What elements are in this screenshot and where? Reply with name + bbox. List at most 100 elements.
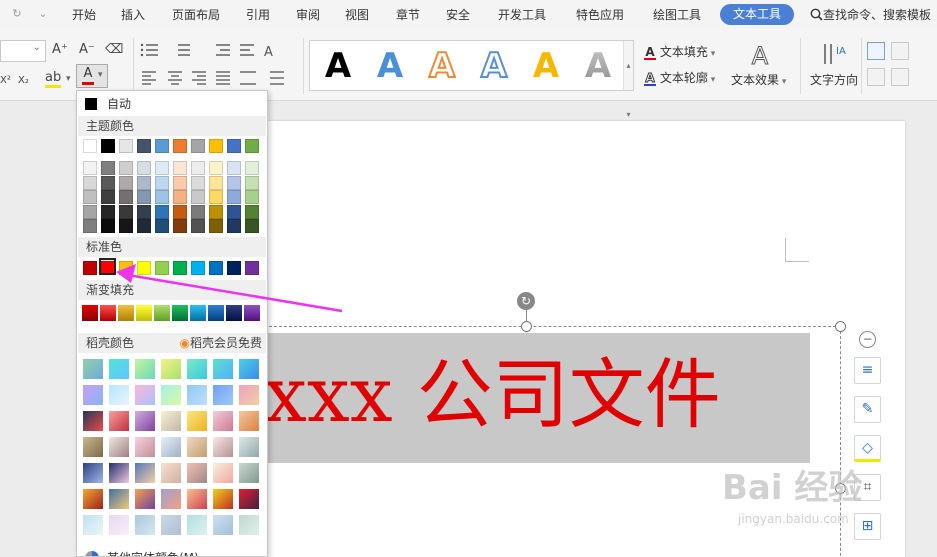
theme-shade-swatch[interactable]	[227, 175, 241, 190]
docer-color-swatch[interactable]	[109, 411, 129, 431]
tab-page-layout[interactable]: 页面布局	[172, 0, 220, 30]
grow-font-button[interactable]: A⁺	[52, 42, 68, 58]
text-effect-icon[interactable]: A	[746, 42, 774, 71]
docer-color-swatch[interactable]	[213, 411, 233, 431]
theme-color-swatch[interactable]	[227, 139, 241, 153]
docer-color-swatch[interactable]	[109, 463, 129, 483]
docer-color-swatch[interactable]	[161, 359, 181, 379]
docer-color-swatch[interactable]	[239, 515, 259, 535]
gradient-color-swatch[interactable]	[136, 305, 152, 321]
theme-color-swatch[interactable]	[101, 139, 115, 153]
docer-color-swatch[interactable]	[213, 489, 233, 509]
theme-shade-swatch[interactable]	[155, 219, 169, 233]
docer-color-swatch[interactable]	[161, 437, 181, 457]
theme-color-swatch[interactable]	[119, 139, 133, 153]
docer-color-swatch[interactable]	[83, 437, 103, 457]
theme-shade-swatch[interactable]	[173, 219, 187, 233]
text-style-preset[interactable]: A	[474, 45, 514, 87]
theme-shade-swatch[interactable]	[191, 204, 205, 219]
theme-shade-swatch[interactable]	[119, 204, 133, 219]
font-color-button[interactable]: A ▾	[76, 64, 108, 88]
text-effect-button[interactable]: 文本效果 ▾	[731, 72, 786, 90]
docer-color-swatch[interactable]	[109, 385, 129, 405]
theme-shade-swatch[interactable]	[173, 204, 187, 219]
theme-shade-swatch[interactable]	[209, 161, 223, 175]
docer-color-swatch[interactable]	[83, 411, 103, 431]
theme-shade-swatch[interactable]	[173, 190, 187, 204]
docer-color-swatch[interactable]	[161, 515, 181, 535]
standard-color-swatch[interactable]	[173, 261, 187, 275]
theme-shade-swatch[interactable]	[191, 190, 205, 204]
standard-color-swatch[interactable]	[83, 261, 97, 275]
tab-chapter[interactable]: 章节	[396, 0, 420, 30]
theme-color-swatch[interactable]	[245, 139, 259, 153]
docer-color-swatch[interactable]	[187, 515, 207, 535]
tab-security[interactable]: 安全	[446, 0, 470, 30]
theme-shade-swatch[interactable]	[137, 219, 151, 233]
theme-shade-swatch[interactable]	[83, 204, 97, 219]
theme-shade-swatch[interactable]	[173, 161, 187, 175]
docer-color-swatch[interactable]	[239, 437, 259, 457]
theme-shade-swatch[interactable]	[191, 161, 205, 175]
docer-color-swatch[interactable]	[135, 385, 155, 405]
tab-developer[interactable]: 开发工具	[498, 0, 546, 30]
standard-color-swatch[interactable]	[245, 261, 259, 275]
superscript-button[interactable]: X²	[0, 73, 11, 89]
theme-shade-swatch[interactable]	[137, 175, 151, 190]
theme-color-swatch[interactable]	[191, 139, 205, 153]
theme-color-swatch[interactable]	[209, 139, 223, 153]
theme-shade-swatch[interactable]	[119, 161, 133, 175]
gradient-color-swatch[interactable]	[208, 305, 224, 321]
theme-shade-swatch[interactable]	[119, 219, 133, 233]
theme-shade-swatch[interactable]	[155, 190, 169, 204]
docer-color-swatch[interactable]	[187, 411, 207, 431]
tab-insert[interactable]: 插入	[121, 0, 145, 30]
gradient-color-swatch[interactable]	[154, 305, 170, 321]
text-style-preset[interactable]: A	[370, 45, 410, 87]
theme-shade-swatch[interactable]	[83, 161, 97, 175]
theme-shade-swatch[interactable]	[209, 175, 223, 190]
next-textbox-icon[interactable]	[891, 68, 909, 86]
docer-color-swatch[interactable]	[213, 463, 233, 483]
theme-color-swatch[interactable]	[173, 139, 187, 153]
theme-shade-swatch[interactable]	[101, 219, 115, 233]
theme-shade-swatch[interactable]	[227, 219, 241, 233]
standard-color-swatch[interactable]	[119, 261, 133, 275]
theme-shade-swatch[interactable]	[83, 219, 97, 233]
theme-shade-swatch[interactable]	[245, 175, 259, 190]
theme-shade-swatch[interactable]	[227, 190, 241, 204]
theme-shade-swatch[interactable]	[137, 161, 151, 175]
theme-shade-swatch[interactable]	[227, 161, 241, 175]
highlight-button[interactable]: ab	[45, 71, 62, 88]
theme-shade-swatch[interactable]	[227, 204, 241, 219]
theme-shade-swatch[interactable]	[209, 204, 223, 219]
docer-color-swatch[interactable]	[187, 359, 207, 379]
tab-view[interactable]: 视图	[345, 0, 369, 30]
theme-shade-swatch[interactable]	[101, 161, 115, 175]
gradient-color-swatch[interactable]	[226, 305, 242, 321]
docer-color-swatch[interactable]	[83, 489, 103, 509]
gradient-color-swatch[interactable]	[100, 305, 116, 321]
docer-color-swatch[interactable]	[187, 437, 207, 457]
collapse-toolbar-button[interactable]: −	[859, 331, 876, 348]
docer-color-swatch[interactable]	[83, 463, 103, 483]
theme-color-swatch[interactable]	[155, 139, 169, 153]
theme-shade-swatch[interactable]	[101, 190, 115, 204]
theme-shade-swatch[interactable]	[101, 204, 115, 219]
text-fill-button[interactable]: A 文本填充 ▾	[644, 44, 715, 62]
docer-color-swatch[interactable]	[239, 411, 259, 431]
docer-color-swatch[interactable]	[213, 359, 233, 379]
standard-color-swatch[interactable]	[137, 261, 151, 275]
theme-shade-swatch[interactable]	[137, 190, 151, 204]
theme-shade-swatch[interactable]	[155, 161, 169, 175]
break-link-icon[interactable]	[891, 42, 909, 60]
shrink-font-button[interactable]: A⁻	[79, 42, 95, 58]
theme-shade-swatch[interactable]	[155, 204, 169, 219]
docer-color-swatch[interactable]	[161, 463, 181, 483]
docer-color-swatch[interactable]	[109, 437, 129, 457]
text-direction-icon[interactable]: IA	[822, 42, 850, 68]
text-style-gallery[interactable]: AAAAAA ▴ ▾	[309, 40, 634, 119]
text-style-preset[interactable]: A	[318, 45, 358, 87]
docer-color-swatch[interactable]	[135, 437, 155, 457]
docer-color-swatch[interactable]	[161, 411, 181, 431]
